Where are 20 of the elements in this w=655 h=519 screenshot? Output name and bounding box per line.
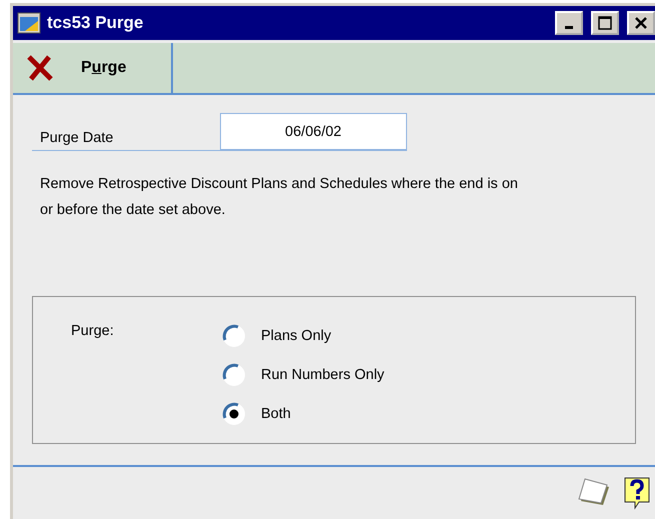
radio-label[interactable]: Both — [261, 406, 291, 422]
minimize-icon — [565, 26, 573, 29]
date-field[interactable]: 06/06/02 — [220, 113, 407, 150]
maximize-button[interactable] — [591, 11, 619, 35]
radio-button[interactable] — [221, 323, 247, 349]
close-icon — [25, 54, 55, 82]
help-icon[interactable] — [623, 476, 651, 510]
field-label: Purge Date — [39, 130, 114, 148]
close-button[interactable] — [627, 11, 655, 35]
group-label: Purge: — [71, 323, 115, 341]
radio-label[interactable]: Run Numbers Only — [261, 367, 384, 383]
radio-label[interactable]: Plans Only — [261, 328, 332, 344]
window-icon — [17, 12, 41, 34]
close-icon — [634, 16, 648, 30]
window-title: tcs53 Purge — [47, 13, 144, 33]
radio-button[interactable] — [221, 362, 247, 388]
maximize-icon — [598, 16, 612, 30]
minimize-button[interactable] — [555, 11, 583, 35]
description-text: Remove Retrospective Discount Plans and Schedules where the end is on or before the date set above. — [40, 175, 519, 220]
radio-button[interactable] — [221, 401, 247, 427]
